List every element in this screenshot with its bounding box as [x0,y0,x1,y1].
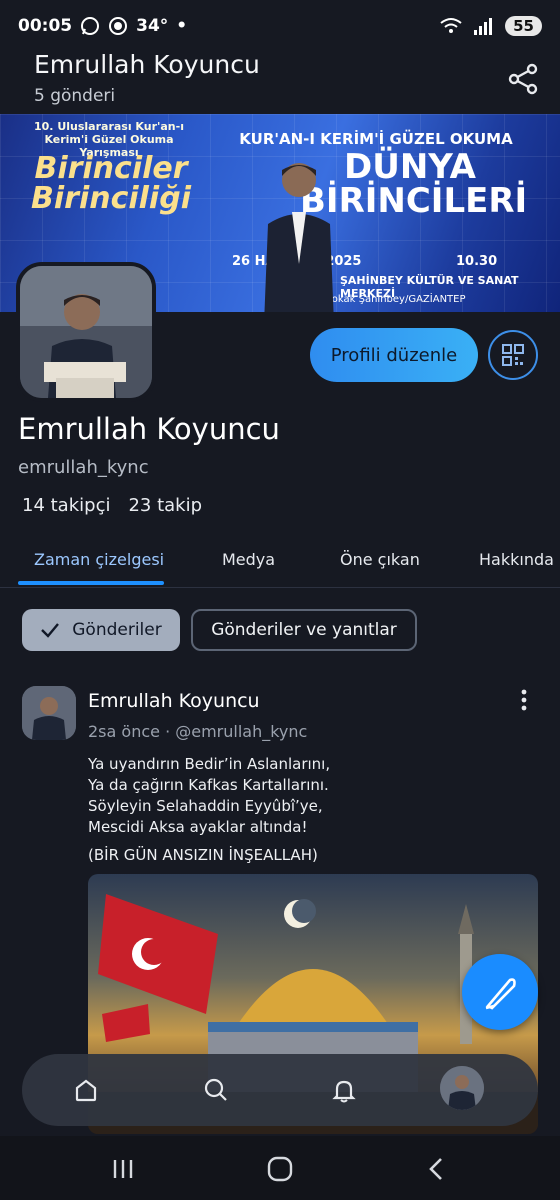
nav-notifications-button[interactable] [326,1072,362,1108]
whatsapp-icon [81,17,100,35]
following-count[interactable]: 23 takip [128,495,202,516]
filter-posts-replies-button[interactable]: Gönderiler ve yanıtlar [191,609,417,651]
profile-header: Emrullah Koyuncu 5 gönderi [0,48,560,114]
status-left: 00:05 34° • [18,16,187,36]
system-navigation-bar [0,1136,560,1200]
tab-media[interactable]: Medya [222,550,275,569]
more-options-icon[interactable] [514,688,534,714]
bottom-navigation [22,1054,538,1126]
filter-posts-button[interactable]: Gönderiler [22,609,180,651]
banner-person-figure [264,163,334,312]
post-body: Ya uyandırın Bedir’in Aslanlarını, Ya da… [88,754,330,838]
status-bar: 00:05 34° • 55 [0,0,560,52]
nav-profile-avatar[interactable] [440,1066,484,1110]
status-dot: • [176,16,188,36]
profile-stats: 14 takipçi 23 takip [22,495,202,516]
qr-code-button[interactable] [488,330,538,380]
header-post-count: 5 gönderi [34,86,116,106]
qr-code-icon [502,344,524,366]
signal-icon [474,18,493,35]
search-icon [204,1078,227,1101]
tab-timeline[interactable]: Zaman çizelgesi [34,550,164,569]
post-line-3: Söyleyin Selahaddin Eyyûbî’ye, [88,797,323,815]
tab-featured[interactable]: Öne çıkan [340,550,420,569]
check-icon [41,623,60,638]
home-icon [75,1079,97,1102]
nav-avatar-image [440,1066,484,1110]
status-temperature: 34° [136,16,169,36]
banner-line-3: KUR'AN-I KERİM'İ GÜZEL OKUMA [239,130,513,148]
post-line-2: Ya da çağırın Kafkas Kartallarını. [88,776,329,794]
profile-handle: emrullah_kync [18,457,149,478]
edit-profile-button[interactable]: Profili düzenle [310,328,478,382]
post-line-1: Ya uyandırın Bedir’in Aslanlarını, [88,755,331,773]
share-icon[interactable] [504,60,542,98]
sync-icon [109,17,128,35]
tab-about[interactable]: Hakkında [479,550,554,569]
avatar-image [20,266,152,398]
recents-icon[interactable] [108,1154,138,1184]
wifi-icon [440,18,462,33]
header-title: Emrullah Koyuncu [34,50,260,79]
banner-line-2: Birinciler Birinciliği [31,151,191,216]
filter-posts-label: Gönderiler [72,620,162,640]
followers-count[interactable]: 14 takipçi [22,495,110,516]
battery-level: 55 [505,16,542,36]
post-footer-line: (BİR GÜN ANSIZIN İNŞEALLAH) [88,846,318,864]
compose-icon [485,978,516,1010]
post-author-avatar[interactable] [22,686,76,740]
bell-icon [332,1080,356,1103]
status-right: 55 [439,16,542,36]
back-icon[interactable] [422,1154,452,1184]
post-avatar-image [22,686,76,740]
post-line-4: Mescidi Aksa ayaklar altında! [88,818,308,836]
nav-search-button[interactable] [198,1072,234,1108]
compose-button[interactable] [462,954,538,1030]
post-author-name[interactable]: Emrullah Koyuncu [88,690,260,712]
active-tab-indicator [18,581,164,585]
post-meta: 2sa önce · @emrullah_kync [88,722,308,741]
display-name: Emrullah Koyuncu [18,412,280,446]
home-circle-icon[interactable] [265,1154,295,1184]
banner-time: 10.30 [456,254,498,269]
profile-avatar[interactable] [16,262,156,402]
status-time: 00:05 [18,16,73,36]
nav-home-button[interactable] [68,1072,104,1108]
